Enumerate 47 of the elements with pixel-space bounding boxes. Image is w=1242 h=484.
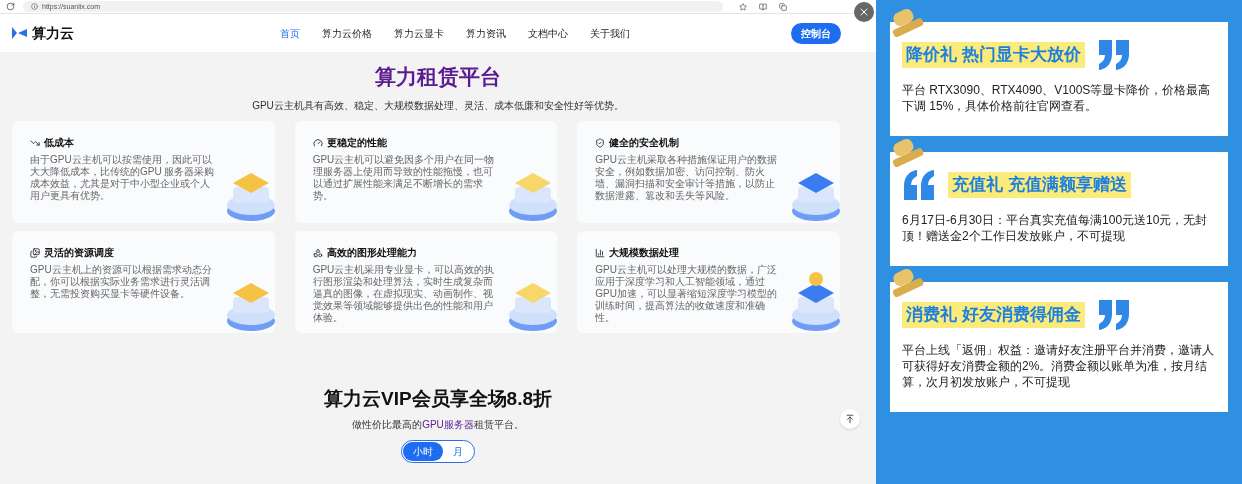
promo-title: 降价礼 热门显卡大放价 [902,42,1085,68]
shapes-icon [312,247,323,258]
feature-description: GPU云主机上的资源可以根据需求动态分配，你可以根据实际业务需求进行灵活调整，无需投资购买显卡等硬件设备。 [30,264,213,300]
book-icon[interactable] [759,2,767,11]
trend-down-icon [30,137,40,148]
logo-icon [10,25,28,41]
feature-description: GPU云主机采用专业显卡，可以高效的执行图形渲染和处理算法，实时生成复杂而逼真的图像，在虚拟现实、动画制作、视觉效果等领域能够提供出色的性能和用户体验。 [312,264,496,324]
feature-title: 大规模数据处理 [609,246,680,260]
bar-chart-icon [595,247,606,258]
promo-title: 充值礼 充值满额享赠送 [948,172,1131,198]
nav-link[interactable]: 首页 [280,25,300,41]
billing-option[interactable]: 月 [443,442,473,461]
feature-description: GPU云主机可以处理大规模的数据，广泛应用于深度学习和人工智能领域，通过GPU加速，可以显著缩短深度学习模型的训练时间，提高算法的收敛速度和准确性。 [595,264,778,324]
vip-title: 算力云VIP会员享全场8.8折 [323,389,552,408]
feature-title: 健全的安全机制 [609,136,680,150]
close-icon [858,6,870,18]
promo-text: 6月17日-6月30日：平台真实充值每满100元送10元，无封顶！赠送金2个工作日发放账户，不可提现 [902,212,1209,244]
hero-title: 算力租赁平台 [375,66,501,87]
feature-description: GPU云主机可以避免因多个用户在同一物理服务器上使用而导致的性能拖慢，也可以通过扩展性能来满足不断增长的需求势。 [312,154,496,202]
logo-text: 算力云 [32,23,74,43]
star-icon[interactable] [739,2,747,11]
nav-link[interactable]: 文档中心 [528,25,568,41]
feature-title: 高效的图形处理能力 [326,246,417,260]
reload-icon[interactable] [6,2,15,11]
feature-title: 更稳定的性能 [326,136,387,150]
feature-description: GPU云主机采取各种措施保证用户的数据安全，例如数据加密、访问控制、防火墙、漏洞扫描和安全审计等措施，以防止数据泄露、篡改和丢失等风险。 [595,154,778,202]
shield-icon [595,137,606,148]
console-button[interactable]: 控制台 [791,22,841,44]
promo-text: 平台上线「返佣」权益：邀请好友注册平台并消费，邀请人可获得好友消费金额的2%。消费金额以账单为准，按月结算，次月初发放账户，不可提现 [902,342,1215,390]
images-icon [30,247,40,258]
copy-icon[interactable] [779,2,787,11]
nav-link[interactable]: 算力云显卡 [394,25,444,41]
feature-title: 低成本 [44,136,74,150]
gauge-icon [312,137,323,148]
promo-text: 平台 RTX3090、RTX4090、V100S等显卡降价，价格最高下调 15%，具体价格前往官网查看。 [902,82,1212,114]
feature-title: 灵活的资源调度 [44,246,114,260]
billing-option[interactable]: 小时 [403,442,443,461]
vip-subtitle: 做性价比最高的GPU服务器租赁平台。 [352,418,524,432]
promo-title: 消费礼 好友消费得佣金 [902,302,1085,328]
info-icon [31,3,38,10]
nav-link[interactable]: 关于我们 [590,25,630,41]
nav-link[interactable]: 算力资讯 [466,25,506,41]
nav-link[interactable]: 算力云价格 [322,25,372,41]
hero-subtitle: GPU云主机具有高效、稳定、大规模数据处理、灵活、成本低廉和安全性好等优势。 [252,99,624,113]
arrow-up-to-line-icon [845,414,855,424]
back-to-top-button[interactable] [840,409,860,429]
feature-description: 由于GPU云主机可以按需使用，因此可以大大降低成本，比传统的GPU 服务器采购成本效益，尤其是对于中小型企业或个人用户更具有优势。 [30,154,215,202]
